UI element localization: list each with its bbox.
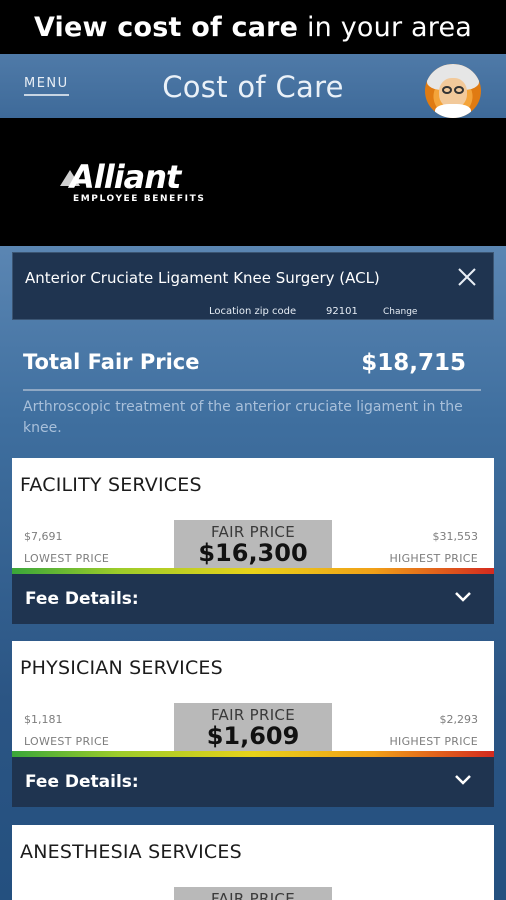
total-fair-price-value: $18,715 [361, 350, 466, 376]
zip-value: 92101 [326, 306, 358, 317]
fair-price-box: FAIR PRICE $16,300 [174, 520, 332, 568]
highest-price-value: $31,553 [432, 530, 479, 543]
fair-price-box: FAIR PRICE [174, 887, 332, 900]
change-zip-link[interactable]: Change [383, 307, 417, 317]
promo-banner: View cost of care in your area [0, 0, 506, 54]
card-title: PHYSICIAN SERVICES [20, 657, 223, 679]
promo-headline: View cost of care in your area [34, 12, 472, 43]
logo-subtitle: EMPLOYEE BENEFITS [73, 194, 206, 204]
fee-details-toggle[interactable]: Fee Details: [12, 757, 494, 807]
logo-banner: Alliant EMPLOYEE BENEFITS [0, 118, 506, 246]
procedure-name: Anterior Cruciate Ligament Knee Surgery … [25, 269, 380, 287]
procedure-description: Arthroscopic treatment of the anterior c… [23, 399, 463, 436]
chevron-down-icon [455, 592, 471, 602]
promo-headline-bold: View cost of care [33, 11, 299, 43]
lowest-price-value: $1,181 [24, 713, 63, 726]
fair-price-box: FAIR PRICE $1,609 [174, 703, 332, 751]
fee-details-toggle[interactable]: Fee Details: [12, 574, 494, 624]
physician-services-card: PHYSICIAN SERVICES $1,181 LOWEST PRICE F… [12, 641, 494, 807]
lowest-price-value: $7,691 [24, 530, 63, 543]
total-fair-price-label: Total Fair Price [23, 350, 200, 374]
logo-wordmark: Alliant [70, 158, 181, 196]
anesthesia-services-card: ANESTHESIA SERVICES FAIR PRICE [12, 825, 494, 900]
chevron-down-icon [455, 775, 471, 785]
card-title: FACILITY SERVICES [20, 474, 202, 496]
facility-services-card: FACILITY SERVICES $7,691 LOWEST PRICE FA… [12, 458, 494, 624]
fair-price-label: FAIR PRICE [211, 890, 295, 900]
card-title: ANESTHESIA SERVICES [20, 841, 242, 863]
highest-price-label: HIGHEST PRICE [389, 552, 478, 565]
zip-label: Location zip code [209, 306, 297, 317]
procedure-panel: Anterior Cruciate Ligament Knee Surgery … [12, 252, 494, 320]
lowest-price-label: LOWEST PRICE [24, 735, 110, 748]
fee-details-label: Fee Details: [25, 589, 139, 609]
highest-price-value: $2,293 [439, 713, 479, 726]
divider [23, 389, 481, 391]
lowest-price-label: LOWEST PRICE [24, 552, 110, 565]
highest-price-label: HIGHEST PRICE [389, 735, 478, 748]
doctor-avatar-icon[interactable] [425, 64, 481, 118]
fee-details-label: Fee Details: [25, 772, 139, 792]
fair-price-value: $16,300 [198, 539, 308, 567]
promo-headline-rest: in your area [298, 11, 473, 43]
fair-price-value: $1,609 [206, 722, 300, 750]
close-icon[interactable] [455, 265, 479, 289]
